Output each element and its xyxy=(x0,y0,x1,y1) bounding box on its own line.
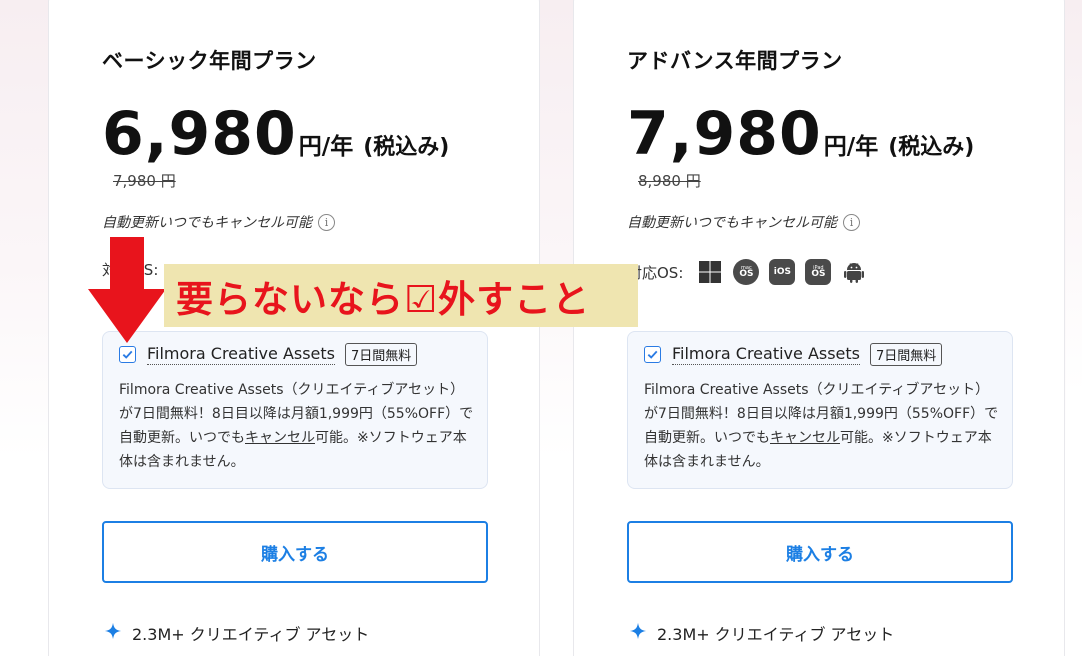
supported-os-row: 対応OS: mac OS iOS iPad OS xyxy=(627,259,867,285)
addon-description: Filmora Creative Assets（クリエイティブアセット）が7日間… xyxy=(644,378,1000,474)
price-amount: 7,980 xyxy=(627,99,822,169)
trial-badge: 7日間無料 xyxy=(870,343,943,366)
addon-header: Filmora Creative Assets 7日間無料 xyxy=(644,343,943,366)
android-icon xyxy=(841,259,867,285)
feature-item: 2.3M+ クリエイティブ アセット xyxy=(104,621,369,645)
addon-option: Filmora Creative Assets 7日間無料 Filmora Cr… xyxy=(627,331,1013,489)
ipados-icon: iPad OS xyxy=(805,259,832,285)
addon-name[interactable]: Filmora Creative Assets xyxy=(147,344,336,365)
original-price: 8,980 円 xyxy=(638,172,701,190)
original-price: 7,980 円 xyxy=(113,172,176,190)
addon-description: Filmora Creative Assets（クリエイティブアセット）が7日間… xyxy=(119,378,475,474)
addon-checkbox[interactable] xyxy=(119,346,136,363)
ipados-icon-label: OS xyxy=(811,269,826,280)
macos-icon: mac OS xyxy=(733,259,760,285)
macos-icon-label: OS xyxy=(739,269,754,280)
plan-title: アドバンス年間プラン xyxy=(627,49,843,73)
addon-checkbox[interactable] xyxy=(644,346,661,363)
addon-header: Filmora Creative Assets 7日間無料 xyxy=(119,343,418,366)
sparkle-icon xyxy=(104,622,122,644)
windows-icon xyxy=(697,259,723,285)
down-arrow-icon xyxy=(88,237,166,343)
ios-icon: iOS xyxy=(769,259,796,285)
addon-option: Filmora Creative Assets 7日間無料 Filmora Cr… xyxy=(102,331,488,489)
info-icon[interactable]: i xyxy=(318,213,335,231)
cancel-link[interactable]: キャンセル xyxy=(770,430,840,446)
cancel-link[interactable]: キャンセル xyxy=(245,430,315,446)
tax-note: (税込み) xyxy=(888,135,975,160)
info-icon[interactable]: i xyxy=(843,213,860,231)
feature-text: 2.3M+ クリエイティブ アセット xyxy=(657,625,895,644)
addon-name[interactable]: Filmora Creative Assets xyxy=(672,344,861,365)
check-icon xyxy=(647,350,658,359)
plan-title: ベーシック年間プラン xyxy=(102,49,317,73)
price-row: 7,980円/年 (税込み) xyxy=(627,99,974,169)
autorenew-note: 自動更新いつでもキャンセル可能 i xyxy=(627,212,860,232)
trial-badge: 7日間無料 xyxy=(345,343,418,366)
price-unit: 円/年 xyxy=(823,134,879,160)
annotation-label: 要らないなら☑外すこと xyxy=(164,264,638,327)
tax-note: (税込み) xyxy=(363,135,450,160)
autorenew-text: 自動更新いつでもキャンセル可能 xyxy=(102,215,312,231)
page-background-edge xyxy=(1066,0,1082,656)
autorenew-text: 自動更新いつでもキャンセル可能 xyxy=(627,215,837,231)
buy-button[interactable]: 購入する xyxy=(102,521,488,583)
price-unit: 円/年 xyxy=(298,134,354,160)
sparkle-icon xyxy=(629,622,647,644)
feature-text: 2.3M+ クリエイティブ アセット xyxy=(132,625,370,644)
plan-card-advanced: アドバンス年間プラン 7,980円/年 (税込み) 8,980 円 自動更新いつで… xyxy=(573,0,1065,656)
feature-item: 2.3M+ クリエイティブ アセット xyxy=(629,621,894,645)
price-row: 6,980円/年 (税込み) xyxy=(102,99,449,169)
buy-button[interactable]: 購入する xyxy=(627,521,1013,583)
check-icon xyxy=(122,350,133,359)
price-amount: 6,980 xyxy=(102,99,297,169)
autorenew-note: 自動更新いつでもキャンセル可能 i xyxy=(102,212,335,232)
ios-icon-label: iOS xyxy=(773,266,791,277)
